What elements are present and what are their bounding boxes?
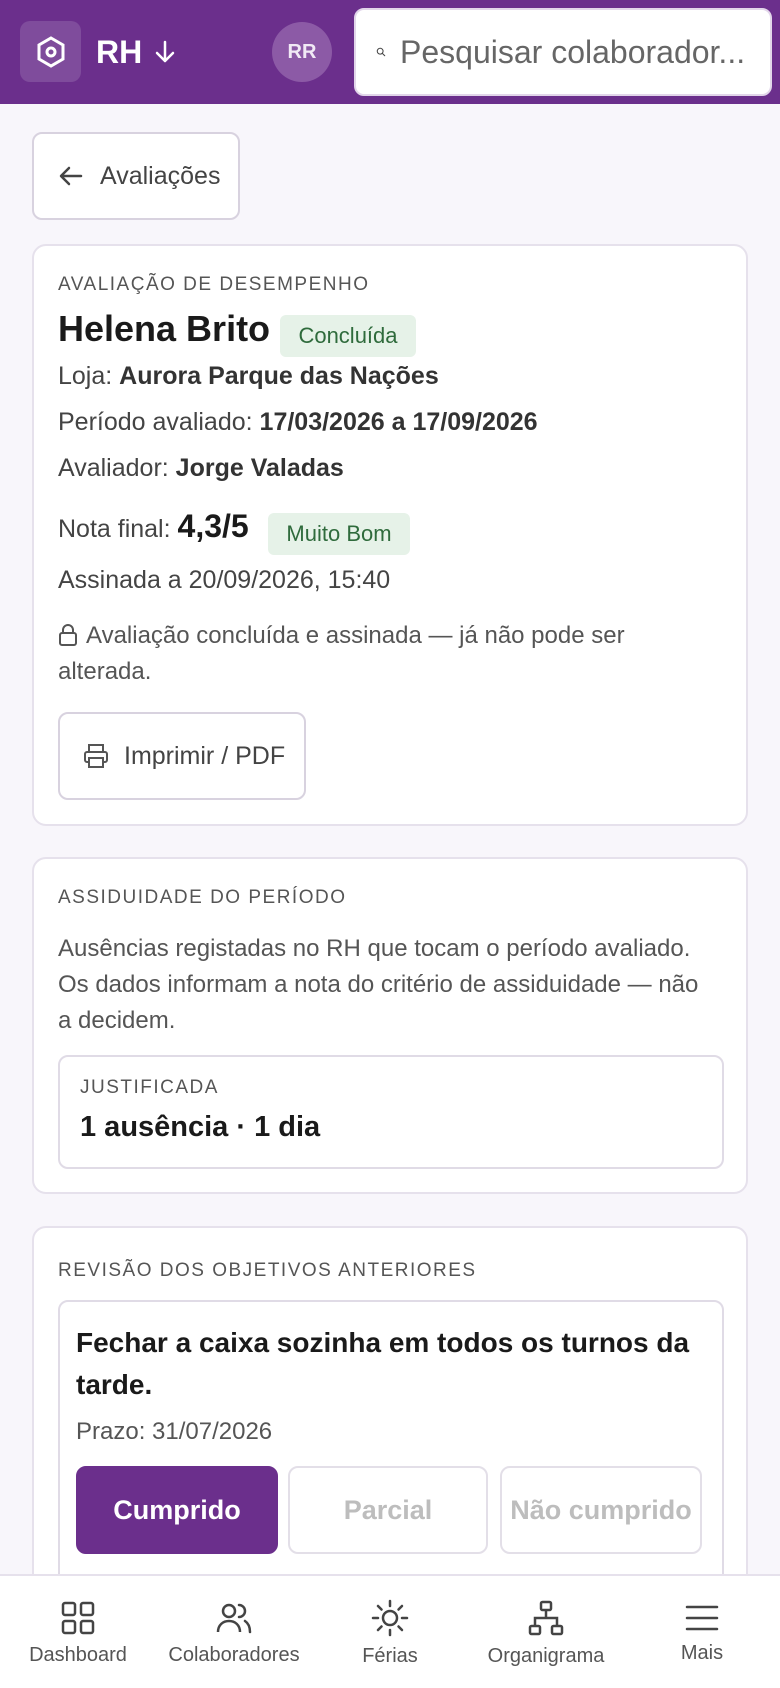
- print-button[interactable]: Imprimir / PDF: [58, 712, 306, 800]
- sun-icon: [371, 1599, 409, 1636]
- arrow-down-icon: [155, 40, 175, 63]
- app-switch-button[interactable]: [150, 36, 180, 68]
- evaluation-eyebrow: AVALIAÇÃO DE DESEMPENHO: [58, 274, 370, 295]
- evaluation-card: AVALIAÇÃO DE DESEMPENHO Helena Brito Con…: [32, 244, 748, 826]
- arrow-left-icon: [59, 166, 83, 186]
- lock-icon: [59, 624, 77, 646]
- back-button-label: Avaliações: [100, 161, 221, 190]
- score-value: 4,3/5: [177, 508, 249, 544]
- objectives-eyebrow: REVISÃO DOS OBJETIVOS ANTERIORES: [58, 1260, 477, 1281]
- period-value: 17/03/2026 a 17/09/2026: [259, 408, 538, 436]
- locked-notice: Avaliação concluída e assinada — já não …: [58, 618, 698, 690]
- store-value: Aurora Parque das Nações: [119, 362, 439, 390]
- menu-icon: [685, 1605, 719, 1630]
- bottom-nav: Dashboard Colaboradores Férias Organigra…: [0, 1574, 780, 1688]
- nav-organigrama[interactable]: Organigrama: [468, 1576, 624, 1688]
- nav-dashboard[interactable]: Dashboard: [0, 1576, 156, 1688]
- app-logo-button[interactable]: [20, 21, 81, 82]
- status-option-parcial[interactable]: Parcial: [288, 1466, 488, 1554]
- store-label: Loja:: [58, 362, 113, 390]
- status-badge: Concluída: [280, 315, 416, 357]
- nav-label: Mais: [680, 1641, 724, 1664]
- user-avatar[interactable]: RR: [272, 22, 332, 82]
- attendance-description: Ausências registadas no RH que tocam o p…: [58, 935, 699, 1034]
- attendance-card: ASSIDUIDADE DO PERÍODO Ausências regista…: [32, 857, 748, 1194]
- org-chart-icon: [528, 1600, 564, 1635]
- nav-label: Colaboradores: [168, 1643, 300, 1666]
- print-button-label: Imprimir / PDF: [124, 741, 286, 770]
- nav-label: Organigrama: [487, 1644, 605, 1667]
- evaluator-label: Avaliador:: [58, 454, 169, 482]
- score-badge: Muito Bom: [268, 513, 410, 555]
- period-label: Período avaliado:: [58, 408, 253, 436]
- employee-name: Helena Brito: [58, 308, 271, 349]
- score-line: Nota final: 4,3/5: [58, 508, 249, 545]
- absence-summary-box: JUSTIFICADA 1 ausência · 1 dia: [58, 1055, 724, 1169]
- objective-title: Fechar a caixa sozinha em todos os turno…: [76, 1327, 690, 1400]
- search-icon: [376, 47, 386, 57]
- hexagon-logo-icon: [37, 35, 64, 68]
- search-bar[interactable]: [354, 8, 772, 96]
- top-bar: RH RR: [0, 0, 780, 104]
- printer-icon: [84, 744, 108, 768]
- evaluator-line: Avaliador: Jorge Valadas: [58, 454, 344, 483]
- nav-label: Férias: [362, 1644, 418, 1667]
- status-option-nao-cumprido[interactable]: Não cumprido: [500, 1466, 702, 1554]
- signed-date: Assinada a 20/09/2026, 15:40: [58, 566, 391, 594]
- attendance-eyebrow: ASSIDUIDADE DO PERÍODO: [58, 887, 347, 908]
- store-line: Loja: Aurora Parque das Nações: [58, 362, 439, 391]
- search-input[interactable]: [400, 33, 770, 71]
- objective-deadline: Prazo: 31/07/2026: [76, 1418, 273, 1445]
- nav-colaboradores[interactable]: Colaboradores: [156, 1576, 312, 1688]
- locked-notice-text: Avaliação concluída e assinada — já não …: [58, 622, 625, 685]
- absence-type-label: JUSTIFICADA: [80, 1077, 219, 1098]
- period-line: Período avaliado: 17/03/2026 a 17/09/202…: [58, 408, 538, 437]
- nav-mais[interactable]: Mais: [624, 1576, 780, 1688]
- nav-label: Dashboard: [29, 1643, 127, 1666]
- status-option-cumprido[interactable]: Cumprido: [76, 1466, 278, 1554]
- dashboard-icon: [61, 1601, 95, 1634]
- nav-ferias[interactable]: Férias: [312, 1576, 468, 1688]
- app-name: RH: [96, 34, 143, 70]
- evaluator-value: Jorge Valadas: [175, 454, 344, 482]
- people-icon: [216, 1603, 252, 1633]
- back-button[interactable]: Avaliações: [32, 132, 240, 220]
- absence-summary-value: 1 ausência · 1 dia: [80, 1111, 321, 1143]
- page: RH RR Avaliações AVALIAÇÃO DE DESEMPENHO…: [0, 0, 780, 1688]
- score-label: Nota final:: [58, 515, 171, 543]
